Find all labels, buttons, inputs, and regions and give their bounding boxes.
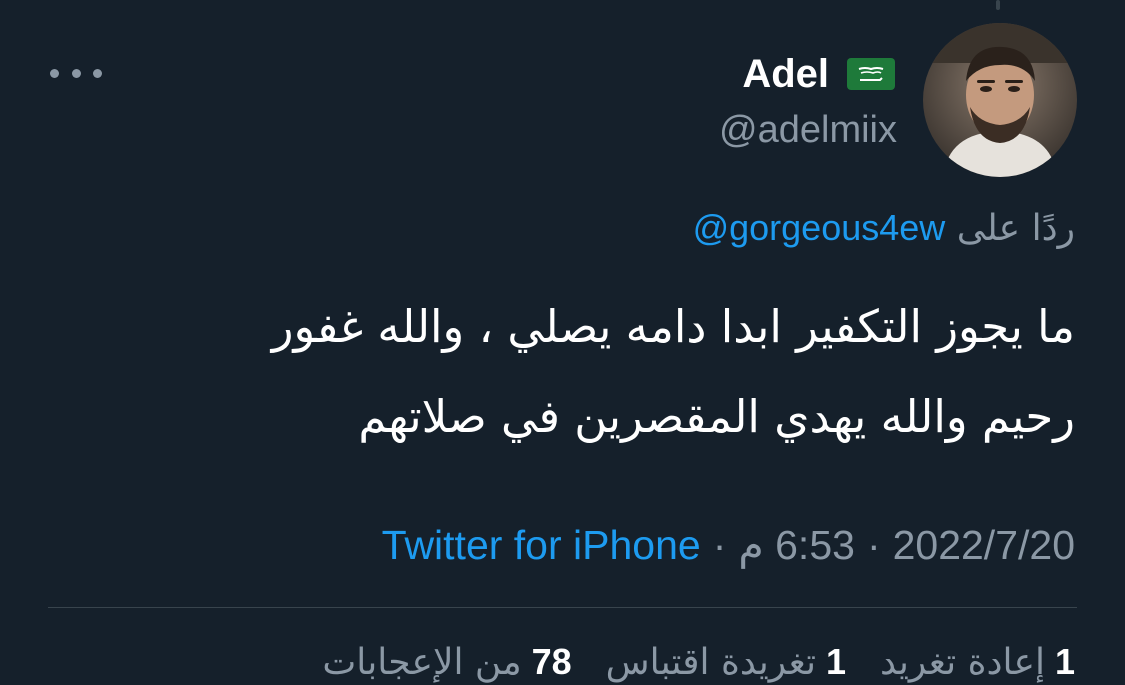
stats-divider (48, 607, 1077, 608)
thread-connector-line (996, 0, 1000, 10)
user-avatar-icon (923, 23, 1077, 177)
tweet-text: ما يجوز التكفير ابدا دامه يصلي ، والله غ… (75, 282, 1075, 462)
replying-to-label: ردًا على (956, 208, 1075, 249)
retweets-label: إعادة تغريد (880, 642, 1045, 683)
likes-label: من الإعجابات (322, 642, 522, 683)
tweet-source-link[interactable]: Twitter for iPhone (382, 522, 701, 568)
author-handle[interactable]: @adelmiix (719, 108, 897, 152)
likes-count: 78 (531, 641, 572, 682)
quote-tweets-count: 1 (825, 641, 847, 682)
author-avatar[interactable] (923, 23, 1077, 177)
meta-separator: · (712, 522, 727, 568)
likes-stat[interactable]: 78من الإعجابات (322, 640, 571, 685)
meta-separator: · (866, 522, 881, 568)
tweet-meta: 2022/7/20·6:53 م·Twitter for iPhone (382, 520, 1075, 570)
more-dot-icon (93, 68, 102, 78)
more-dot-icon (71, 68, 81, 78)
tweet-stats: 1إعادة تغريد 1تغريدة اقتباس 78من الإعجاب… (322, 640, 1075, 685)
retweets-count: 1 (1054, 641, 1075, 682)
saudi-flag-icon (847, 58, 895, 90)
quote-tweets-label: تغريدة اقتباس (605, 642, 816, 683)
replying-to-mention-link[interactable]: @gorgeous4ew (693, 207, 946, 248)
replying-to-line: ردًا على @gorgeous4ew (693, 206, 1075, 251)
author-display-name[interactable]: Adel (742, 50, 829, 98)
tweet-date[interactable]: 2022/7/20 (893, 522, 1075, 568)
more-options-button[interactable] (50, 60, 102, 86)
tweet-text-line: ما يجوز التكفير ابدا دامه يصلي ، والله غ… (271, 300, 1075, 353)
more-dot-icon (50, 68, 59, 78)
retweets-stat[interactable]: 1إعادة تغريد (880, 640, 1075, 685)
tweet-time[interactable]: 6:53 م (738, 522, 855, 568)
quote-tweets-stat[interactable]: 1تغريدة اقتباس (606, 640, 846, 685)
tweet-text-line: رحيم والله يهدي المقصرين في صلاتهم (358, 390, 1075, 443)
author-name-row: Adel (742, 50, 895, 98)
